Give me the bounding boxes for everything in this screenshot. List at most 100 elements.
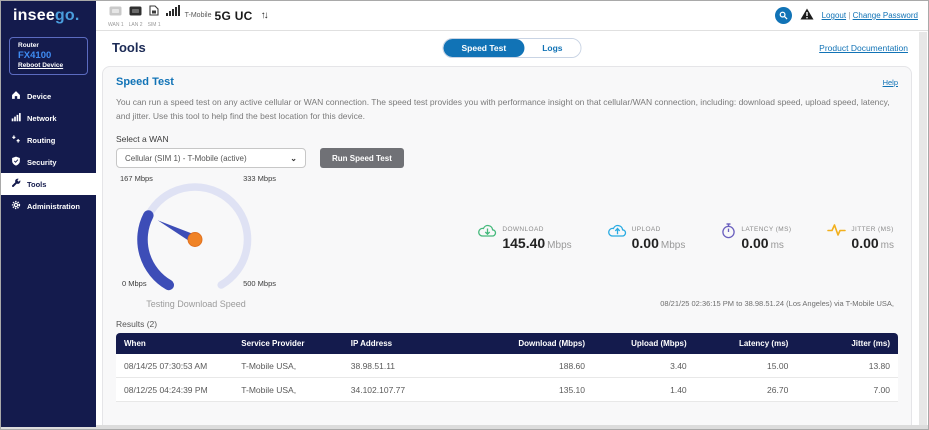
- column-header: IP Address: [343, 333, 492, 354]
- cell-provider: T-Mobile USA,: [233, 378, 342, 402]
- column-header: Latency (ms): [695, 333, 797, 354]
- signal-strength-icon: [166, 3, 180, 21]
- run-speed-test-button[interactable]: Run Speed Test: [320, 148, 404, 168]
- wan-selected-value: Cellular (SIM 1) - T-Mobile (active): [125, 154, 247, 163]
- cell-jitter: 7.00: [796, 378, 898, 402]
- sidebar-item-label: Device: [27, 92, 51, 101]
- traffic-arrows-icon: ↑↓: [261, 10, 267, 21]
- router-info-box: Router FX4100 Reboot Device: [9, 37, 88, 75]
- metric-value: 0.00: [632, 235, 659, 251]
- shield-icon: [11, 156, 21, 168]
- sidebar: inseego. Router FX4100 Reboot Device Dev…: [1, 1, 96, 427]
- metric-value: 145.40: [502, 235, 545, 251]
- port-label: LAN 2: [129, 22, 143, 28]
- metric-label: LATENCY (MS): [741, 226, 791, 233]
- logo-text-left: insee: [13, 7, 55, 25]
- metric-upload: UPLOAD 0.00Mbps: [608, 223, 686, 253]
- metric-label: UPLOAD: [632, 226, 686, 233]
- metric-value: 0.00: [741, 235, 768, 251]
- metric-label: JITTER (MS): [851, 226, 894, 233]
- sidebar-item-label: Tools: [27, 180, 46, 189]
- sim-status: SIM 1: [148, 3, 161, 28]
- tab-logs[interactable]: Logs: [524, 39, 580, 57]
- help-link[interactable]: Help: [883, 78, 898, 87]
- main-content: Tools Speed Test Logs Product Documentat…: [96, 32, 928, 425]
- sidebar-item-label: Network: [27, 114, 57, 123]
- gear-icon: [11, 200, 21, 212]
- change-password-link[interactable]: Change Password: [853, 11, 918, 20]
- jitter-icon: [827, 223, 846, 242]
- sidebar-item-label: Routing: [27, 136, 55, 145]
- wan-port-icon: [109, 3, 122, 21]
- cell-jitter: 13.80: [796, 354, 898, 378]
- metric-unit: ms: [771, 240, 784, 251]
- sidebar-item-routing[interactable]: Routing: [1, 129, 96, 151]
- wrench-icon: [11, 178, 21, 190]
- bottom-border-strip: [1, 425, 928, 429]
- metric-download: DOWNLOAD 145.40Mbps: [478, 223, 571, 253]
- results-count-label: Results (2): [116, 319, 898, 329]
- port-label: SIM 1: [148, 22, 161, 28]
- column-header: Upload (Mbps): [593, 333, 695, 354]
- exchange-arrows-icon: [11, 134, 21, 146]
- network-type-badge: 5G UC: [214, 9, 252, 23]
- sidebar-item-network[interactable]: Network: [1, 107, 96, 129]
- select-wan-label: Select a WAN: [116, 134, 898, 144]
- alert-button[interactable]: [800, 7, 814, 25]
- cell-ip: 38.98.51.11: [343, 354, 492, 378]
- cell-upload: 1.40: [593, 378, 695, 402]
- lan-port-status: LAN 2: [129, 3, 143, 28]
- page-title: Tools: [112, 40, 146, 55]
- router-label: Router: [18, 42, 79, 49]
- cell-latency: 26.70: [695, 378, 797, 402]
- card-title: Speed Test: [116, 76, 174, 88]
- metric-unit: ms: [881, 240, 894, 251]
- sim-card-icon: [149, 3, 159, 21]
- session-info-text: 08/21/25 02:36:15 PM to 38.98.51.24 (Los…: [288, 299, 894, 309]
- reboot-device-link[interactable]: Reboot Device: [18, 62, 79, 69]
- table-row: 08/14/25 07:30:53 AM T-Mobile USA, 38.98…: [116, 354, 898, 378]
- sidebar-item-security[interactable]: Security: [1, 151, 96, 173]
- cell-latency: 15.00: [695, 354, 797, 378]
- session-links: Logout | Change Password: [822, 11, 918, 20]
- product-documentation-link[interactable]: Product Documentation: [819, 43, 908, 53]
- column-header: Service Provider: [233, 333, 342, 354]
- lan-port-icon: [129, 3, 142, 21]
- speed-test-card: Speed Test Help You can run a speed test…: [102, 66, 912, 425]
- tab-speed-test[interactable]: Speed Test: [443, 39, 524, 57]
- cell-download: 188.60: [491, 354, 593, 378]
- cell-upload: 3.40: [593, 354, 695, 378]
- cloud-download-icon: [478, 223, 497, 243]
- column-header: When: [116, 333, 233, 354]
- port-status-group: WAN 1 LAN 2 SIM 1: [108, 3, 180, 28]
- tab-group: Speed Test Logs: [442, 38, 581, 58]
- cell-when: 08/14/25 07:30:53 AM: [116, 354, 233, 378]
- table-row: 08/12/25 04:24:39 PM T-Mobile USA, 34.10…: [116, 378, 898, 402]
- results-table: When Service Provider IP Address Downloa…: [116, 333, 898, 402]
- scrollbar-track[interactable]: [919, 32, 927, 425]
- sidebar-item-tools[interactable]: Tools: [1, 173, 96, 195]
- sidebar-item-administration[interactable]: Administration: [1, 195, 96, 217]
- wan-port-status: WAN 1: [108, 3, 124, 28]
- logout-link[interactable]: Logout: [822, 11, 846, 20]
- metric-unit: Mbps: [661, 240, 685, 251]
- topbar: WAN 1 LAN 2 SIM 1 T-Mobile 5G UC ↑↓ Logo…: [96, 1, 928, 31]
- column-header: Download (Mbps): [491, 333, 593, 354]
- metric-value: 0.00: [851, 235, 878, 251]
- chevron-down-icon: ⌄: [290, 154, 297, 163]
- cell-download: 135.10: [491, 378, 593, 402]
- sidebar-item-device[interactable]: Device: [1, 85, 96, 107]
- home-icon: [11, 90, 21, 102]
- search-button[interactable]: [775, 7, 792, 24]
- gauge-arc: [132, 181, 258, 291]
- metrics-row: DOWNLOAD 145.40Mbps UPLOAD 0.00Mbps: [288, 223, 894, 253]
- cell-provider: T-Mobile USA,: [233, 354, 342, 378]
- search-icon: [779, 7, 788, 25]
- cloud-upload-icon: [608, 223, 627, 243]
- metric-label: DOWNLOAD: [502, 226, 571, 233]
- wan-select-dropdown[interactable]: Cellular (SIM 1) - T-Mobile (active) ⌄: [116, 148, 306, 168]
- metric-unit: Mbps: [547, 240, 571, 251]
- port-label: WAN 1: [108, 22, 124, 28]
- carrier-name: T-Mobile: [185, 12, 212, 19]
- sidebar-item-label: Security: [27, 158, 57, 167]
